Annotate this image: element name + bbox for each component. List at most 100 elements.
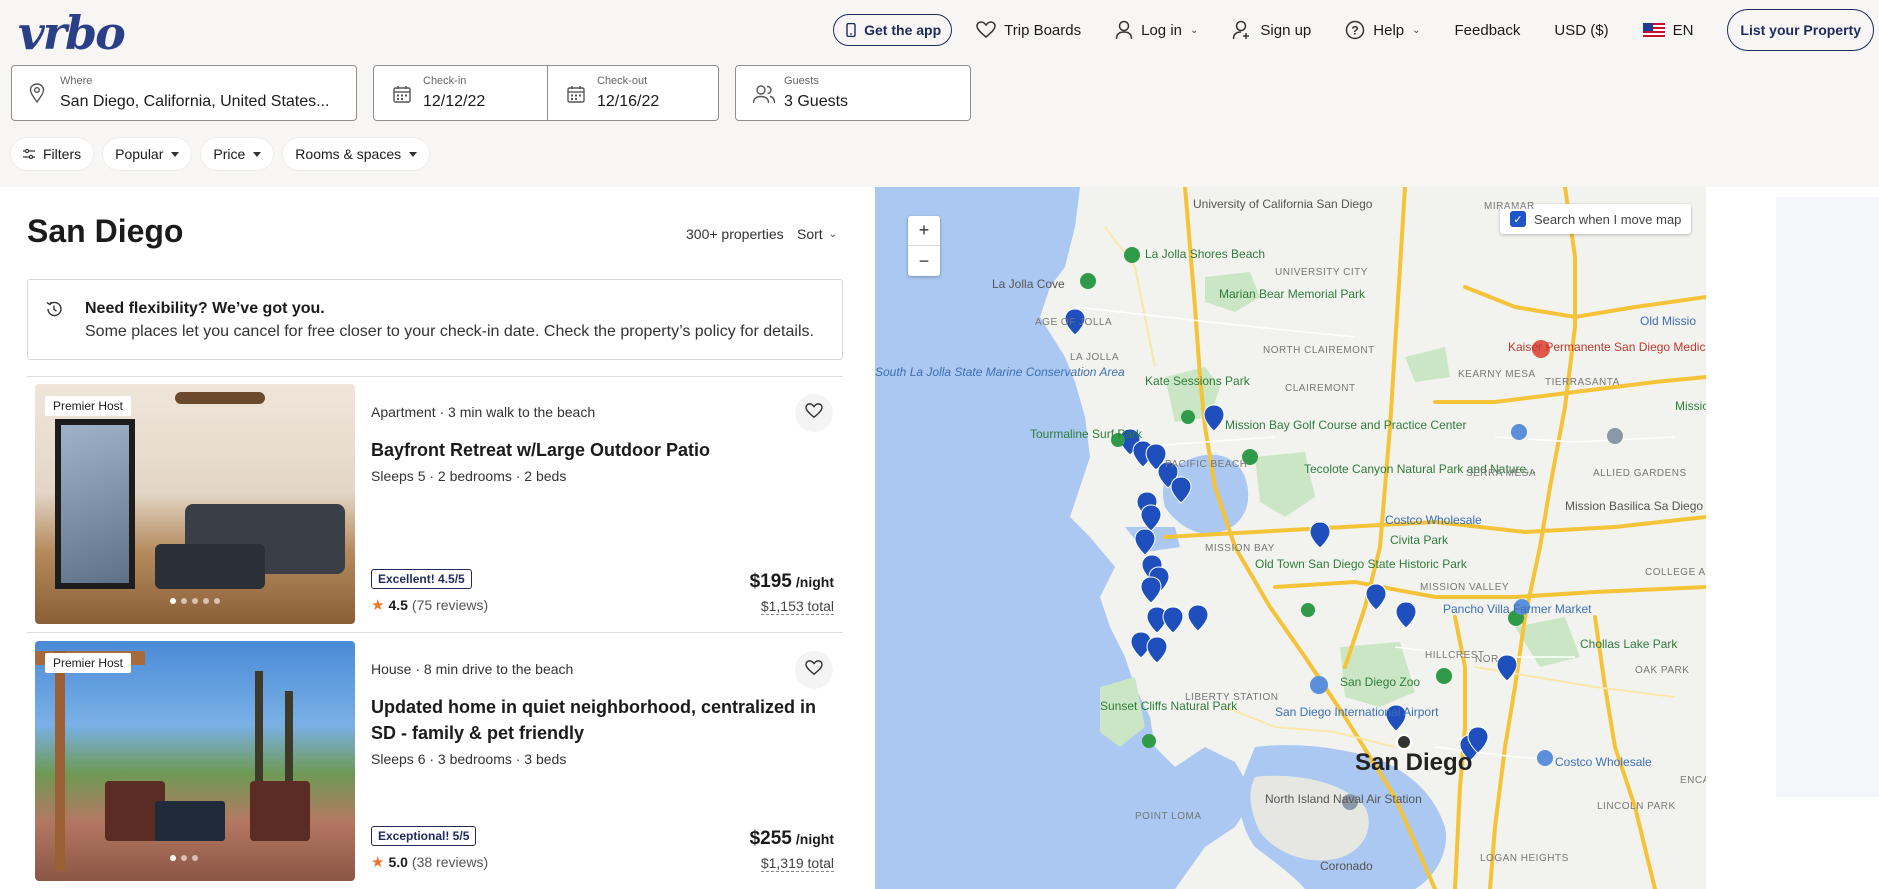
- price-value: $255: [749, 828, 792, 849]
- sign-up-link[interactable]: Sign up: [1232, 20, 1311, 40]
- rooms-spaces-chip[interactable]: Rooms & spaces: [283, 138, 430, 170]
- map-label: OAK PARK: [1635, 665, 1690, 676]
- carousel-dot[interactable]: [170, 855, 176, 861]
- listing-specs: Sleeps 5 · 2 bedrooms · 2 beds: [371, 468, 567, 484]
- map-label: North Island Naval Air Station: [1265, 792, 1422, 806]
- map-label: CLAIREMONT: [1285, 383, 1356, 394]
- checkbox-checked-icon[interactable]: ✓: [1510, 211, 1526, 227]
- listing-type: House · 8 min drive to the beach: [371, 661, 574, 677]
- map-label: Missio Regi: [1675, 399, 1706, 413]
- carousel-dot[interactable]: [181, 598, 187, 604]
- rating-summary: ★ 4.5 (75 reviews): [371, 596, 488, 614]
- popular-chip[interactable]: Popular: [103, 138, 192, 170]
- carousel-dot[interactable]: [192, 855, 198, 861]
- map-label: ENCA: [1680, 775, 1706, 786]
- total-price[interactable]: $1,319 total: [760, 855, 834, 872]
- map-label: Coronado: [1320, 859, 1373, 873]
- map-label: San Diego International Airport: [1275, 705, 1439, 719]
- where-field[interactable]: Where San Diego, California, United Stat…: [11, 65, 357, 121]
- premier-host-badge: Premier Host: [45, 396, 132, 416]
- listing-name[interactable]: Bayfront Retreat w/Large Outdoor Patio: [371, 437, 821, 463]
- map-label: POINT LOMA: [1135, 811, 1202, 822]
- price-chip-label: Price: [213, 146, 246, 162]
- carousel-dots[interactable]: [170, 598, 220, 604]
- map-label: LOGAN HEIGHTS: [1480, 853, 1569, 864]
- chair-shape: [250, 781, 310, 841]
- rooms-spaces-chip-label: Rooms & spaces: [295, 146, 402, 162]
- price-unit: /night: [795, 831, 834, 847]
- get-app-button[interactable]: Get the app: [833, 14, 953, 46]
- top-nav: Get the app Trip Boards Log in ⌄ Sign up…: [833, 9, 1879, 51]
- map-label: ALLIED GARDENS: [1593, 468, 1687, 479]
- map-label: Mission Bay Golf Course and Practice Cen…: [1225, 418, 1467, 432]
- listing-card[interactable]: Premier Host Apartment · 3 min walk to t…: [27, 384, 843, 624]
- user-icon: [1115, 20, 1133, 40]
- list-property-button[interactable]: List your Property: [1727, 9, 1874, 51]
- checkout-label: Check-out: [597, 75, 648, 87]
- map-label: Sunset Cliffs Natural Park: [1100, 699, 1238, 713]
- carousel-dots[interactable]: [170, 855, 198, 861]
- feedback-link[interactable]: Feedback: [1455, 22, 1521, 39]
- map-label: Kate Sessions Park: [1145, 374, 1250, 388]
- us-flag-icon: [1642, 23, 1665, 37]
- log-in-menu[interactable]: Log in ⌄: [1115, 20, 1198, 40]
- map-label: Marian Bear Memorial Park: [1219, 287, 1366, 301]
- results-map[interactable]: + − ✓ Search when I move map University …: [875, 187, 1706, 889]
- flexibility-banner: Need flexibility? We’ve got you. Some pl…: [27, 279, 843, 360]
- listing-specs: Sleeps 6 · 3 bedrooms · 3 beds: [371, 751, 567, 767]
- map-label: Old Town San Diego State Historic Park: [1255, 557, 1467, 571]
- caret-down-icon: [253, 151, 262, 157]
- currency-selector[interactable]: USD ($): [1554, 22, 1608, 39]
- help-menu[interactable]: ? Help ⌄: [1345, 20, 1421, 40]
- review-count[interactable]: (38 reviews): [412, 854, 488, 870]
- total-price[interactable]: $1,153 total: [760, 598, 834, 615]
- listing-photo[interactable]: Premier Host: [35, 641, 355, 881]
- calendar-icon: [567, 85, 585, 108]
- sliders-icon: [23, 146, 35, 162]
- carousel-dot[interactable]: [203, 598, 209, 604]
- save-favorite-button[interactable]: [795, 394, 833, 432]
- checkin-field[interactable]: Check-in 12/12/22: [373, 65, 548, 121]
- price-unit: /night: [795, 574, 834, 590]
- nightly-price: $195 /night: [750, 571, 834, 593]
- chevron-down-icon: ⌄: [828, 228, 838, 240]
- review-count[interactable]: (75 reviews): [412, 597, 488, 613]
- heart-icon: [805, 402, 823, 424]
- map-label: AGE OF JOLLA: [1035, 317, 1113, 328]
- carousel-dot[interactable]: [214, 598, 220, 604]
- map-label: Pancho Villa Farmer Market: [1443, 602, 1592, 616]
- map-label: Mission Basilica Sa Diego de Alcala: [1565, 499, 1706, 513]
- language-selector[interactable]: EN: [1642, 22, 1693, 39]
- map-label: Kaiser Permanente San Diego Medical Ctr: [1508, 340, 1706, 354]
- window-shape: [55, 419, 135, 589]
- calendar-icon: [393, 85, 411, 108]
- flexibility-body: Some places let you cancel for free clos…: [85, 323, 814, 340]
- filters-chip[interactable]: Filters: [11, 138, 94, 170]
- save-favorite-button[interactable]: [795, 651, 833, 689]
- location-pin-icon: [29, 83, 45, 108]
- map-label: MISSION BAY: [1205, 543, 1275, 554]
- trip-boards-link[interactable]: Trip Boards: [976, 21, 1081, 39]
- listing-name[interactable]: Updated home in quiet neighborhood, cent…: [371, 694, 821, 746]
- guests-label: Guests: [784, 75, 819, 87]
- carousel-dot[interactable]: [192, 598, 198, 604]
- rating-badge: Excellent! 4.5/5: [371, 569, 472, 589]
- heart-icon: [976, 21, 996, 39]
- guests-field[interactable]: Guests 3 Guests: [735, 65, 971, 121]
- carousel-dot[interactable]: [170, 598, 176, 604]
- sort-dropdown[interactable]: Sort ⌄: [797, 226, 837, 242]
- zoom-out-button[interactable]: −: [908, 246, 940, 276]
- trip-boards-label: Trip Boards: [1004, 21, 1082, 39]
- listing-card[interactable]: Premier Host House · 8 min drive to the …: [27, 641, 843, 881]
- listing-photo[interactable]: Premier Host: [35, 384, 355, 624]
- map-label: University of California San Diego: [1193, 197, 1373, 211]
- vrbo-logo[interactable]: vrbo: [18, 6, 126, 60]
- map-label: PACIFIC BEACH: [1165, 459, 1248, 470]
- map-label: Civita Park: [1390, 533, 1449, 547]
- carousel-dot[interactable]: [181, 855, 187, 861]
- zoom-in-button[interactable]: +: [908, 216, 940, 246]
- table-shape: [155, 801, 225, 841]
- price-chip[interactable]: Price: [201, 138, 274, 170]
- checkout-field[interactable]: Check-out 12/16/22: [547, 65, 719, 121]
- star-icon: ★: [371, 597, 385, 614]
